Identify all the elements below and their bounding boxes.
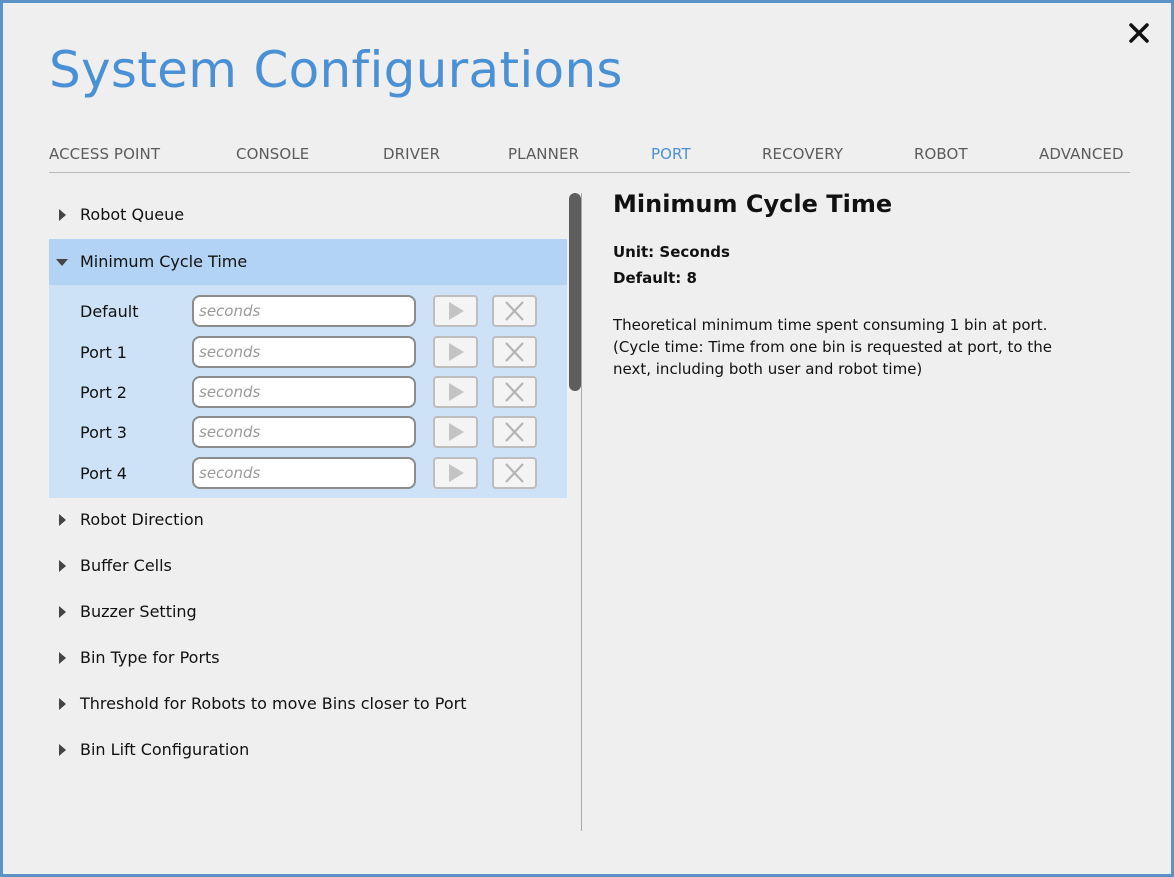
clear-x-icon — [505, 342, 524, 362]
section-label: Bin Lift Configuration — [80, 740, 250, 759]
caret-right-icon — [59, 606, 66, 618]
tab-bar: ACCESS POINT CONSOLE DRIVER PLANNER PORT… — [49, 145, 1130, 173]
port-4-cycle-time-input[interactable] — [192, 457, 416, 489]
clear-button[interactable] — [492, 416, 537, 448]
caret-right-icon — [59, 560, 66, 572]
play-icon — [449, 464, 464, 482]
close-icon — [1129, 23, 1149, 43]
play-icon — [449, 343, 464, 361]
play-icon — [449, 302, 464, 320]
settings-list: Robot Queue Minimum Cycle Time Default P… — [49, 191, 567, 831]
caret-right-icon — [59, 652, 66, 664]
cycle-time-row-port-2: Port 2 — [49, 374, 567, 410]
row-label: Port 2 — [80, 383, 127, 402]
caret-down-icon — [56, 259, 68, 266]
cycle-time-row-default: Default — [49, 293, 567, 329]
tab-recovery[interactable]: RECOVERY — [762, 145, 843, 172]
apply-button[interactable] — [433, 376, 478, 408]
row-label: Port 3 — [80, 423, 127, 442]
tab-access-point[interactable]: ACCESS POINT — [49, 145, 160, 172]
clear-button[interactable] — [492, 295, 537, 327]
section-buzzer-setting[interactable]: Buzzer Setting — [49, 589, 567, 635]
tab-driver[interactable]: DRIVER — [383, 145, 440, 172]
description-line: Theoretical minimum time spent consuming… — [613, 316, 1048, 334]
row-label: Default — [80, 302, 139, 321]
section-minimum-cycle-time[interactable]: Minimum Cycle Time — [49, 239, 567, 285]
tab-console[interactable]: CONSOLE — [236, 145, 309, 172]
apply-button[interactable] — [433, 457, 478, 489]
section-bin-type-for-ports[interactable]: Bin Type for Ports — [49, 635, 567, 681]
apply-button[interactable] — [433, 416, 478, 448]
description-line: (Cycle time: Time from one bin is reques… — [613, 338, 1052, 356]
clear-x-icon — [505, 463, 524, 483]
cycle-time-row-port-1: Port 1 — [49, 334, 567, 370]
description-line: next, including both user and robot time… — [613, 360, 923, 378]
clear-x-icon — [505, 422, 524, 442]
detail-default: Default: 8 — [613, 269, 697, 287]
section-threshold-robots-move-bins[interactable]: Threshold for Robots to move Bins closer… — [49, 681, 567, 727]
cycle-time-panel: Default Port 1 Port — [49, 285, 567, 498]
detail-title: Minimum Cycle Time — [613, 190, 893, 218]
caret-right-icon — [59, 209, 66, 221]
port-2-cycle-time-input[interactable] — [192, 376, 416, 408]
section-label: Buzzer Setting — [80, 602, 197, 621]
tab-advanced[interactable]: ADVANCED — [1039, 145, 1124, 172]
detail-description: Theoretical minimum time spent consuming… — [613, 314, 1113, 380]
section-label: Buffer Cells — [80, 556, 172, 575]
section-label: Robot Queue — [80, 205, 185, 224]
clear-button[interactable] — [492, 376, 537, 408]
section-label: Threshold for Robots to move Bins closer… — [80, 694, 467, 713]
clear-x-icon — [505, 301, 524, 321]
section-label: Minimum Cycle Time — [80, 252, 248, 271]
apply-button[interactable] — [433, 336, 478, 368]
caret-right-icon — [59, 744, 66, 756]
detail-unit: Unit: Seconds — [613, 243, 730, 261]
section-robot-direction[interactable]: Robot Direction — [49, 497, 567, 543]
section-bin-lift-configuration[interactable]: Bin Lift Configuration — [49, 727, 567, 773]
port-3-cycle-time-input[interactable] — [192, 416, 416, 448]
cycle-time-row-port-3: Port 3 — [49, 414, 567, 450]
close-button[interactable] — [1123, 17, 1155, 49]
caret-right-icon — [59, 698, 66, 710]
system-configurations-dialog: System Configurations ACCESS POINT CONSO… — [0, 0, 1174, 877]
clear-button[interactable] — [492, 457, 537, 489]
play-icon — [449, 383, 464, 401]
tab-robot[interactable]: ROBOT — [914, 145, 968, 172]
scrollbar-thumb[interactable] — [569, 193, 581, 391]
section-label: Bin Type for Ports — [80, 648, 220, 667]
play-icon — [449, 423, 464, 441]
default-cycle-time-input[interactable] — [192, 295, 416, 327]
section-label: Robot Direction — [80, 510, 204, 529]
port-1-cycle-time-input[interactable] — [192, 336, 416, 368]
tab-port[interactable]: PORT — [651, 145, 691, 172]
section-robot-queue[interactable]: Robot Queue — [49, 192, 567, 238]
section-buffer-cells[interactable]: Buffer Cells — [49, 543, 567, 589]
row-label: Port 1 — [80, 343, 127, 362]
page-title: System Configurations — [49, 41, 623, 99]
caret-right-icon — [59, 514, 66, 526]
cycle-time-row-port-4: Port 4 — [49, 455, 567, 491]
clear-x-icon — [505, 382, 524, 402]
clear-button[interactable] — [492, 336, 537, 368]
apply-button[interactable] — [433, 295, 478, 327]
panel-divider — [581, 193, 582, 831]
tab-planner[interactable]: PLANNER — [508, 145, 579, 172]
row-label: Port 4 — [80, 464, 127, 483]
